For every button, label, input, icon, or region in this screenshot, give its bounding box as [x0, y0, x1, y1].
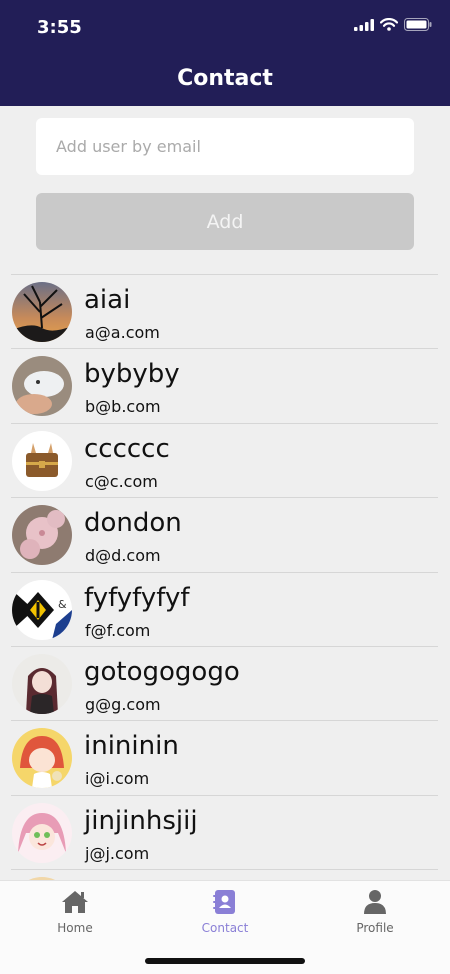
contact-email: j@j.com: [85, 843, 150, 863]
tab-profile[interactable]: Profile: [315, 889, 435, 935]
app-header: 3:55 Contact: [0, 0, 450, 106]
home-indicator: [145, 958, 305, 964]
person-icon: [364, 890, 386, 914]
avatar: &: [12, 579, 72, 640]
contact-list[interactable]: aiai a@a.com bybyby b@b.com cccccc c@c.c…: [11, 274, 438, 880]
battery-icon: [404, 18, 432, 31]
contact-item[interactable]: bybyby b@b.com: [11, 348, 438, 422]
contact-email: c@c.com: [85, 471, 158, 491]
contact-item[interactable]: & fyfyfyfyf f@f.com: [11, 571, 438, 646]
contact-name: aiai: [84, 285, 131, 315]
contact-book-icon: [213, 890, 235, 914]
contact-name: inininin: [84, 731, 179, 762]
contact-name: bybyby: [84, 359, 180, 390]
tab-contact[interactable]: Contact: [165, 889, 285, 935]
contact-name: cccccc: [84, 433, 170, 464]
contact-item[interactable]: cccccc c@c.com: [11, 422, 438, 497]
cellular-signal-icon: [354, 18, 374, 31]
contact-name: dondon: [84, 508, 182, 539]
contact-item[interactable]: gotogogogo g@g.com: [11, 645, 438, 720]
avatar: [12, 356, 72, 417]
tab-contact-label: Contact: [201, 921, 249, 935]
contact-email: f@f.com: [85, 620, 151, 640]
avatar: [12, 802, 72, 863]
avatar: [12, 282, 72, 342]
avatar: [12, 653, 72, 714]
contact-item-partial[interactable]: [11, 869, 438, 880]
contact-email: a@a.com: [85, 323, 160, 342]
contact-item[interactable]: dondon d@d.com: [11, 497, 438, 571]
tab-home[interactable]: Home: [15, 889, 135, 935]
contact-item[interactable]: aiai a@a.com: [11, 274, 438, 348]
contact-item[interactable]: jinjinhsjij j@j.com: [11, 794, 438, 869]
wifi-icon: [380, 18, 398, 31]
add-button[interactable]: Add: [36, 193, 414, 250]
avatar: [12, 505, 72, 566]
avatar: [12, 430, 72, 491]
tab-profile-label: Profile: [356, 921, 394, 935]
contact-email: d@d.com: [85, 546, 161, 566]
contact-name: fyfyfyfyf: [84, 582, 190, 613]
svg-text:&: &: [58, 598, 67, 611]
contact-item[interactable]: inininin i@i.com: [11, 720, 438, 794]
avatar: [12, 728, 72, 789]
email-input[interactable]: [36, 118, 414, 175]
home-icon: [62, 891, 88, 913]
contact-email: g@g.com: [85, 694, 161, 714]
page-title: Contact: [177, 66, 273, 91]
contact-email: b@b.com: [85, 397, 161, 417]
contact-email: i@i.com: [85, 769, 150, 789]
status-time: 3:55: [37, 17, 82, 38]
status-icons: [354, 18, 432, 31]
contact-name: gotogogogo: [84, 656, 240, 687]
tab-home-label: Home: [57, 921, 93, 935]
contact-name: jinjinhsjij: [84, 805, 198, 836]
